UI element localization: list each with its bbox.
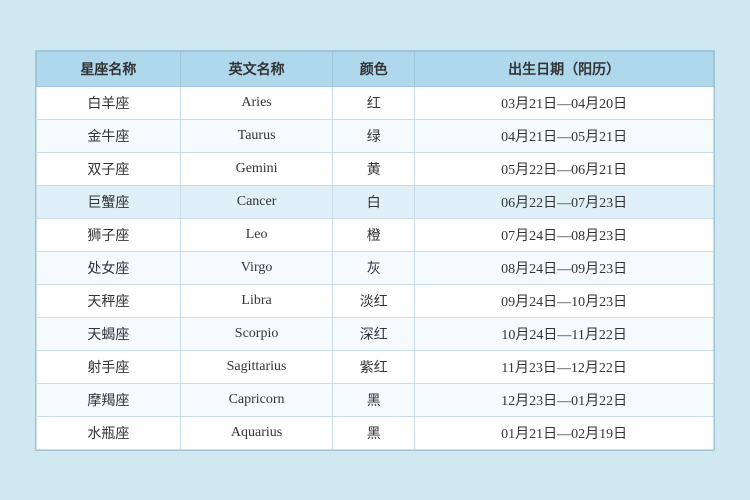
cell-chinese-name: 狮子座 <box>37 218 181 251</box>
cell-dates: 04月21日—05月21日 <box>415 119 714 152</box>
table-row: 双子座Gemini黄05月22日—06月21日 <box>37 152 714 185</box>
cell-english-name: Capricorn <box>180 383 332 416</box>
cell-color: 黑 <box>333 383 415 416</box>
cell-dates: 03月21日—04月20日 <box>415 86 714 119</box>
table-row: 金牛座Taurus绿04月21日—05月21日 <box>37 119 714 152</box>
cell-color: 黄 <box>333 152 415 185</box>
table-row: 处女座Virgo灰08月24日—09月23日 <box>37 251 714 284</box>
cell-english-name: Libra <box>180 284 332 317</box>
zodiac-table-container: 星座名称 英文名称 颜色 出生日期（阳历） 白羊座Aries红03月21日—04… <box>35 50 715 451</box>
cell-color: 红 <box>333 86 415 119</box>
cell-english-name: Aries <box>180 86 332 119</box>
header-dates: 出生日期（阳历） <box>415 51 714 86</box>
cell-english-name: Taurus <box>180 119 332 152</box>
table-row: 摩羯座Capricorn黑12月23日—01月22日 <box>37 383 714 416</box>
table-row: 狮子座Leo橙07月24日—08月23日 <box>37 218 714 251</box>
cell-chinese-name: 天秤座 <box>37 284 181 317</box>
header-color: 颜色 <box>333 51 415 86</box>
cell-chinese-name: 巨蟹座 <box>37 185 181 218</box>
table-row: 水瓶座Aquarius黑01月21日—02月19日 <box>37 416 714 449</box>
cell-english-name: Aquarius <box>180 416 332 449</box>
cell-color: 淡红 <box>333 284 415 317</box>
cell-english-name: Scorpio <box>180 317 332 350</box>
cell-chinese-name: 水瓶座 <box>37 416 181 449</box>
cell-dates: 12月23日—01月22日 <box>415 383 714 416</box>
cell-color: 灰 <box>333 251 415 284</box>
cell-color: 白 <box>333 185 415 218</box>
cell-english-name: Sagittarius <box>180 350 332 383</box>
cell-chinese-name: 白羊座 <box>37 86 181 119</box>
cell-chinese-name: 金牛座 <box>37 119 181 152</box>
table-header-row: 星座名称 英文名称 颜色 出生日期（阳历） <box>37 51 714 86</box>
cell-color: 紫红 <box>333 350 415 383</box>
cell-chinese-name: 摩羯座 <box>37 383 181 416</box>
cell-color: 深红 <box>333 317 415 350</box>
cell-color: 绿 <box>333 119 415 152</box>
cell-color: 黑 <box>333 416 415 449</box>
cell-color: 橙 <box>333 218 415 251</box>
cell-dates: 10月24日—11月22日 <box>415 317 714 350</box>
header-chinese-name: 星座名称 <box>37 51 181 86</box>
table-row: 白羊座Aries红03月21日—04月20日 <box>37 86 714 119</box>
cell-dates: 06月22日—07月23日 <box>415 185 714 218</box>
cell-english-name: Leo <box>180 218 332 251</box>
cell-chinese-name: 处女座 <box>37 251 181 284</box>
cell-dates: 05月22日—06月21日 <box>415 152 714 185</box>
zodiac-table: 星座名称 英文名称 颜色 出生日期（阳历） 白羊座Aries红03月21日—04… <box>36 51 714 450</box>
cell-english-name: Cancer <box>180 185 332 218</box>
header-english-name: 英文名称 <box>180 51 332 86</box>
cell-chinese-name: 双子座 <box>37 152 181 185</box>
cell-chinese-name: 射手座 <box>37 350 181 383</box>
cell-english-name: Virgo <box>180 251 332 284</box>
cell-dates: 07月24日—08月23日 <box>415 218 714 251</box>
cell-dates: 01月21日—02月19日 <box>415 416 714 449</box>
table-row: 天秤座Libra淡红09月24日—10月23日 <box>37 284 714 317</box>
table-row: 射手座Sagittarius紫红11月23日—12月22日 <box>37 350 714 383</box>
cell-dates: 11月23日—12月22日 <box>415 350 714 383</box>
cell-chinese-name: 天蝎座 <box>37 317 181 350</box>
cell-dates: 09月24日—10月23日 <box>415 284 714 317</box>
cell-dates: 08月24日—09月23日 <box>415 251 714 284</box>
table-row: 巨蟹座Cancer白06月22日—07月23日 <box>37 185 714 218</box>
table-row: 天蝎座Scorpio深红10月24日—11月22日 <box>37 317 714 350</box>
cell-english-name: Gemini <box>180 152 332 185</box>
